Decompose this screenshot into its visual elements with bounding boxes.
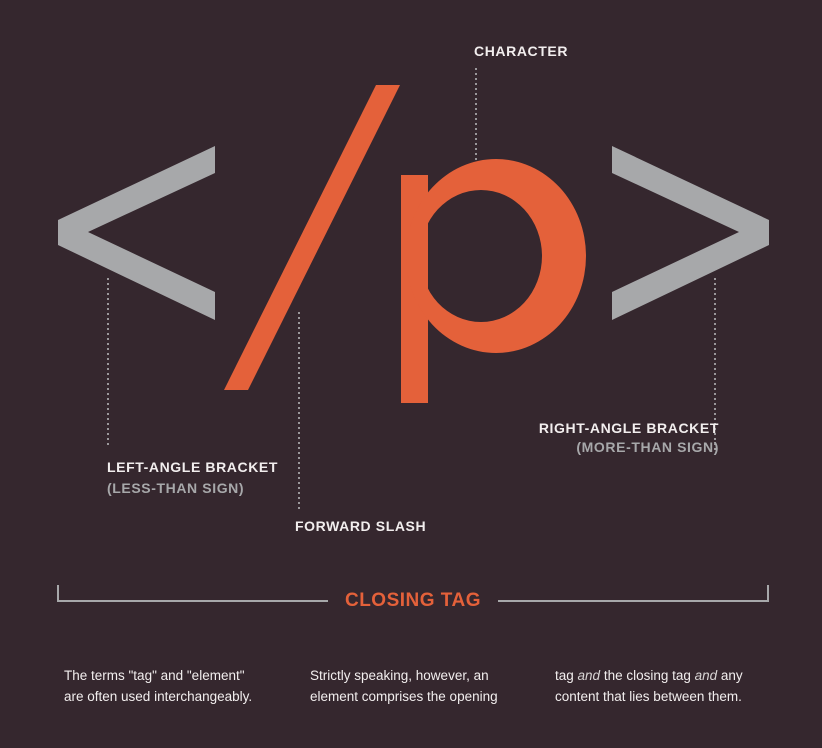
text-column-1: The terms "tag" and "element" are often … bbox=[64, 665, 304, 707]
text-fragment: any bbox=[717, 668, 743, 683]
label-less-than-sign: (LESS-THAN SIGN) bbox=[107, 480, 245, 496]
text-fragment: tag bbox=[555, 668, 578, 683]
label-right-angle-bracket: RIGHT-ANGLE BRACKET bbox=[538, 420, 719, 436]
label-character: CHARACTER bbox=[474, 43, 569, 59]
text-line: tag and the closing tag and any bbox=[555, 665, 795, 686]
text-line: are often used interchangeably. bbox=[64, 689, 253, 704]
character-p-glyph bbox=[401, 159, 586, 403]
closing-tag-title: CLOSING TAG bbox=[328, 590, 498, 612]
label-more-than-sign: (MORE-THAN SIGN) bbox=[576, 439, 719, 455]
emphasis: and bbox=[577, 668, 601, 683]
tag-diagram bbox=[57, 68, 769, 602]
left-angle-bracket-glyph bbox=[58, 146, 215, 320]
text-line: element comprises the opening bbox=[310, 689, 498, 704]
label-left-angle-bracket: LEFT-ANGLE BRACKET bbox=[107, 459, 279, 475]
text-column-3: tag and the closing tag and any content … bbox=[555, 665, 795, 707]
text-fragment: the closing tag bbox=[600, 668, 695, 683]
text-column-2: Strictly speaking, however, an element c… bbox=[310, 665, 550, 707]
text-line: The terms "tag" and "element" bbox=[64, 668, 245, 683]
right-angle-bracket-glyph bbox=[612, 146, 769, 320]
emphasis: and bbox=[694, 668, 718, 683]
label-forward-slash: FORWARD SLASH bbox=[295, 518, 427, 534]
forward-slash-glyph bbox=[224, 85, 400, 390]
text-line: Strictly speaking, however, an bbox=[310, 668, 489, 683]
text-line: content that lies between them. bbox=[555, 689, 742, 704]
